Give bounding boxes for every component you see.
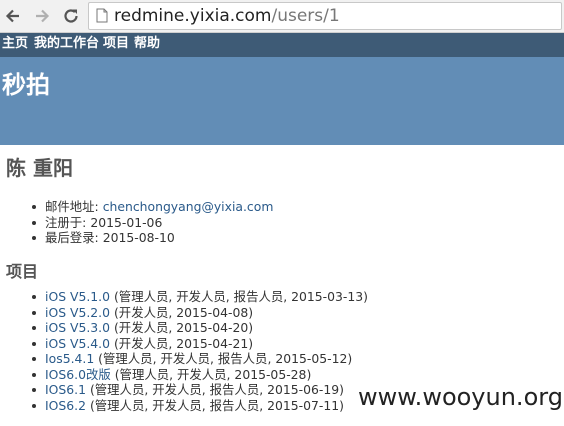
browser-toolbar: redmine.yixia.com/users/1 <box>0 0 564 33</box>
address-bar[interactable]: redmine.yixia.com/users/1 <box>88 2 562 30</box>
email-label: 邮件地址: <box>45 199 99 214</box>
list-item: iOS V5.3.0 (开发人员, 2015-04-20) <box>30 320 368 336</box>
forward-button[interactable] <box>32 6 52 26</box>
project-link[interactable]: Ios5.4.1 <box>45 351 94 366</box>
project-link[interactable]: IOS6.2 <box>45 398 86 413</box>
arrow-left-icon <box>5 9 19 23</box>
url-host: redmine.yixia.com <box>114 6 272 26</box>
menu-item-my-page[interactable]: 我的工作台 <box>34 33 99 55</box>
project-detail: (管理人员, 开发人员, 2015-05-28) <box>114 366 312 382</box>
project-link[interactable]: iOS V5.3.0 <box>45 320 110 335</box>
reload-icon <box>64 9 78 23</box>
registered-row: 注册于: 2015-01-06 <box>30 215 273 231</box>
site-title: 秒拍 <box>2 70 50 99</box>
project-detail: (开发人员, 2015-04-08) <box>113 304 254 320</box>
page-icon <box>96 8 108 23</box>
last-login-label: 最后登录: <box>45 230 99 245</box>
url-path: /users/1 <box>271 6 340 26</box>
project-link[interactable]: iOS V5.2.0 <box>45 305 110 320</box>
project-detail: (管理人员, 开发人员, 报告人员, 2015-07-11) <box>89 397 344 413</box>
project-detail: (管理人员, 开发人员, 报告人员, 2015-03-13) <box>113 289 368 304</box>
list-item: iOS V5.1.0 (管理人员, 开发人员, 报告人员, 2015-03-13… <box>30 289 368 305</box>
list-item: iOS V5.4.0 (开发人员, 2015-04-21) <box>30 336 368 352</box>
list-item: IOS6.0改版 (管理人员, 开发人员, 2015-05-28) <box>30 367 368 383</box>
url-text[interactable]: redmine.yixia.com/users/1 <box>114 5 340 27</box>
menu-item-help[interactable]: 帮助 <box>134 33 160 55</box>
project-link[interactable]: IOS6.1 <box>45 382 86 397</box>
site-header: 秒拍 <box>0 57 564 145</box>
user-info-list: 邮件地址: chenchongyang@yixia.com 注册于: 2015-… <box>30 199 273 246</box>
project-detail: (管理人员, 开发人员, 报告人员, 2015-06-19) <box>89 382 344 397</box>
project-link[interactable]: iOS V5.1.0 <box>45 289 110 304</box>
project-detail: (开发人员, 2015-04-21) <box>113 335 254 351</box>
top-menu: 主页 我的工作台 项目 帮助 <box>0 33 564 57</box>
email-row: 邮件地址: chenchongyang@yixia.com <box>30 199 273 215</box>
reload-button[interactable] <box>61 6 81 26</box>
projects-list: iOS V5.1.0 (管理人员, 开发人员, 报告人员, 2015-03-13… <box>30 289 368 413</box>
user-name: 陈 重阳 <box>6 156 73 180</box>
last-login-row: 最后登录: 2015-08-10 <box>30 230 273 246</box>
list-item: IOS6.2 (管理人员, 开发人员, 报告人员, 2015-07-11) <box>30 398 368 414</box>
back-button[interactable] <box>3 6 23 26</box>
projects-heading: 项目 <box>6 262 39 281</box>
registered-label: 注册于: <box>45 214 87 230</box>
last-login-date: 2015-08-10 <box>102 230 175 245</box>
arrow-right-icon <box>36 9 50 23</box>
menu-item-home[interactable]: 主页 <box>2 33 28 55</box>
registered-date: 2015-01-06 <box>90 214 163 230</box>
list-item: Ios5.4.1 (管理人员, 开发人员, 报告人员, 2015-05-12) <box>30 351 368 367</box>
list-item: iOS V5.2.0 (开发人员, 2015-04-08) <box>30 305 368 321</box>
project-link[interactable]: IOS6.0改版 <box>45 367 111 382</box>
project-link[interactable]: iOS V5.4.0 <box>45 336 110 351</box>
menu-item-projects[interactable]: 项目 <box>103 33 129 55</box>
project-detail: (开发人员, 2015-04-20) <box>113 320 254 335</box>
list-item: IOS6.1 (管理人员, 开发人员, 报告人员, 2015-06-19) <box>30 382 368 398</box>
project-detail: (管理人员, 开发人员, 报告人员, 2015-05-12) <box>98 351 353 366</box>
watermark: www.wooyun.org <box>358 383 563 411</box>
email-link[interactable]: chenchongyang@yixia.com <box>103 199 274 214</box>
